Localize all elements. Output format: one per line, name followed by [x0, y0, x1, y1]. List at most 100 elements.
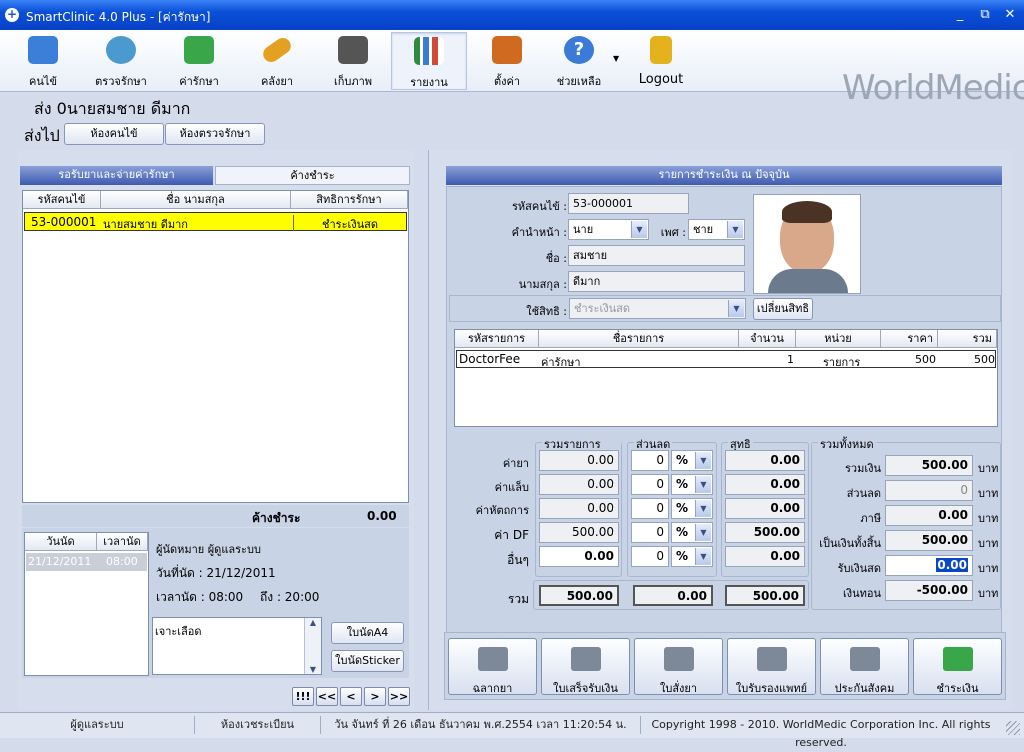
sum-grand-value[interactable]: 500.00	[885, 530, 973, 551]
social-security-button[interactable]: ประกันสังคม	[820, 638, 909, 695]
table-row[interactable]: 53-000001 นายสมชาย ดีมาก ชำระเงินสด	[24, 212, 407, 231]
lname-field[interactable]: ดีมาก	[568, 271, 745, 292]
appointment-sticker-button[interactable]: ใบนัดSticker	[331, 650, 404, 672]
col-appt-date[interactable]: วันนัด	[25, 533, 97, 551]
nav-prev-button[interactable]: <	[340, 687, 362, 706]
col-qty[interactable]: จำนวน	[739, 330, 796, 348]
line-drug-net[interactable]: 0.00	[725, 450, 805, 471]
line-procedure-net[interactable]: 0.00	[725, 498, 805, 519]
nav-refresh-button[interactable]: !!!	[292, 687, 314, 706]
group-summary-title: รวมทั้งหมด	[818, 435, 876, 453]
toolbar-report-button[interactable]: รายงาน	[391, 32, 467, 90]
appointment-note[interactable]: เจาะเลือด ▲ ▼	[152, 617, 322, 675]
nav-last-button[interactable]: >>	[388, 687, 410, 706]
sum-discount-value[interactable]: 0	[885, 480, 973, 501]
line-lab-unit-select[interactable]: % ▼	[671, 474, 713, 495]
chevron-down-icon[interactable]: ▼	[631, 221, 647, 238]
pay-button[interactable]: ชำระเงิน	[913, 638, 1002, 695]
total-treat[interactable]: 500.00	[539, 585, 619, 606]
toolbar-settings-button[interactable]: ตั้งค่า	[472, 32, 542, 90]
sum-tax-value[interactable]: 0.00	[885, 505, 973, 526]
receipt-button[interactable]: ใบเสร็จรับเงิน	[541, 638, 630, 695]
chevron-down-icon[interactable]: ▼	[727, 221, 743, 238]
tab-outstanding[interactable]: ค้างชำระ	[215, 166, 410, 185]
line-df-net[interactable]: 500.00	[725, 522, 805, 543]
send-patient-room-button[interactable]: ห้องคนไข้	[64, 123, 164, 145]
sum-total-value[interactable]: 500.00	[885, 455, 973, 476]
medical-certificate-button[interactable]: ใบรับรองแพทย์	[727, 638, 816, 695]
sex-select[interactable]: ชาย ▼	[688, 219, 745, 240]
minimize-button[interactable]: _	[950, 6, 970, 24]
note-scrollbar[interactable]: ▲ ▼	[304, 618, 321, 674]
restore-button[interactable]: ⧉	[975, 6, 995, 24]
appointment-a4-button[interactable]: ใบนัดA4	[331, 622, 404, 644]
toolbar-examine-button[interactable]: ตรวจรักษา	[86, 32, 156, 90]
toolbar-help-button[interactable]: ? ช่วยเหลือ	[544, 32, 614, 90]
appointment-section: วันนัด เวลานัด 21/12/2011 08:00 ผู้นัดหม…	[22, 528, 409, 678]
tab-waiting[interactable]: รอรับยาและจ่ายค่ารักษา	[20, 166, 213, 185]
sex-value: ชาย	[693, 223, 714, 236]
toolbar-images-button[interactable]: เก็บภาพ	[318, 32, 388, 90]
col-code[interactable]: รหัสรายการ	[455, 330, 539, 348]
line-lab-treat[interactable]: 0.00	[539, 474, 619, 495]
toolbar-label: ตั้งค่า	[493, 75, 521, 88]
line-other-discount[interactable]: 0	[631, 546, 669, 567]
toolbar-billing-button[interactable]: ค่ารักษา	[164, 32, 234, 90]
right-select[interactable]: ชำระเงินสด ▼	[569, 298, 746, 319]
line-procedure-treat[interactable]: 0.00	[539, 498, 619, 519]
close-button[interactable]: ✕	[1000, 6, 1020, 24]
scroll-up-icon[interactable]: ▲	[305, 618, 321, 627]
line-other-net[interactable]: 0.00	[725, 546, 805, 567]
line-lab-net[interactable]: 0.00	[725, 474, 805, 495]
line-procedure-unit-select[interactable]: % ▼	[671, 498, 713, 519]
toolbar-patient-button[interactable]: คนไข้	[8, 32, 78, 90]
toolbar-logout-button[interactable]: Logout	[626, 32, 696, 90]
table-row[interactable]: DoctorFee ค่ารักษา 1 รายการ 500 500	[456, 350, 996, 369]
col-hn[interactable]: รหัสคนไข้	[23, 191, 101, 209]
chevron-down-icon[interactable]: ▼	[728, 300, 744, 317]
chevron-down-icon[interactable]: ▼	[695, 452, 711, 469]
help-dropdown-icon[interactable]: ▼	[613, 54, 619, 63]
hn-field[interactable]: 53-000001	[568, 193, 689, 214]
line-other-unit-select[interactable]: % ▼	[671, 546, 713, 567]
baht-unit: บาท	[978, 487, 999, 500]
total-net[interactable]: 500.00	[725, 585, 805, 606]
drug-label-button[interactable]: ฉลากยา	[448, 638, 537, 695]
col-total[interactable]: รวม	[938, 330, 997, 348]
nav-first-button[interactable]: <<	[316, 687, 338, 706]
line-drug-unit-select[interactable]: % ▼	[671, 450, 713, 471]
toolbar-pharmacy-button[interactable]: คลังยา	[242, 32, 312, 90]
cash-received-input[interactable]: 0.00	[885, 555, 973, 576]
col-item-name[interactable]: ชื่อรายการ	[539, 330, 739, 348]
fname-field[interactable]: สมชาย	[568, 245, 745, 266]
line-other-treat[interactable]: 0.00	[539, 546, 619, 567]
col-appt-time[interactable]: เวลานัด	[97, 533, 148, 551]
col-right[interactable]: สิทธิการรักษา	[291, 191, 408, 209]
line-procedure-discount[interactable]: 0	[631, 498, 669, 519]
send-exam-room-button[interactable]: ห้องตรวจรักษา	[165, 123, 265, 145]
sum-change-value[interactable]: -500.00	[885, 580, 973, 601]
chevron-down-icon[interactable]: ▼	[695, 524, 711, 541]
total-discount[interactable]: 0.00	[633, 585, 713, 606]
col-name[interactable]: ชื่อ นามสกุล	[101, 191, 291, 209]
prescription-button[interactable]: ใบสั่งยา	[634, 638, 723, 695]
scroll-down-icon[interactable]: ▼	[305, 665, 321, 674]
chevron-down-icon[interactable]: ▼	[695, 548, 711, 565]
chevron-down-icon[interactable]: ▼	[695, 500, 711, 517]
line-drug-discount[interactable]: 0	[631, 450, 669, 471]
appointment-row[interactable]: 21/12/2011 08:00	[26, 553, 147, 571]
line-lab-discount[interactable]: 0	[631, 474, 669, 495]
chevron-down-icon[interactable]: ▼	[695, 476, 711, 493]
line-drug-treat[interactable]: 0.00	[539, 450, 619, 471]
line-df-label: ค่า DF	[494, 528, 529, 542]
nav-next-button[interactable]: >	[364, 687, 386, 706]
line-df-unit-select[interactable]: % ▼	[671, 522, 713, 543]
col-price[interactable]: ราคา	[881, 330, 938, 348]
line-df-treat[interactable]: 500.00	[539, 522, 619, 543]
line-other-label: อื่นๆ	[507, 553, 529, 567]
change-right-button[interactable]: เปลี่ยนสิทธิ	[753, 298, 813, 320]
line-df-discount[interactable]: 0	[631, 522, 669, 543]
col-unit[interactable]: หน่วย	[796, 330, 881, 348]
resize-grip-icon[interactable]	[1006, 721, 1020, 735]
prefix-select[interactable]: นาย ▼	[568, 219, 649, 240]
